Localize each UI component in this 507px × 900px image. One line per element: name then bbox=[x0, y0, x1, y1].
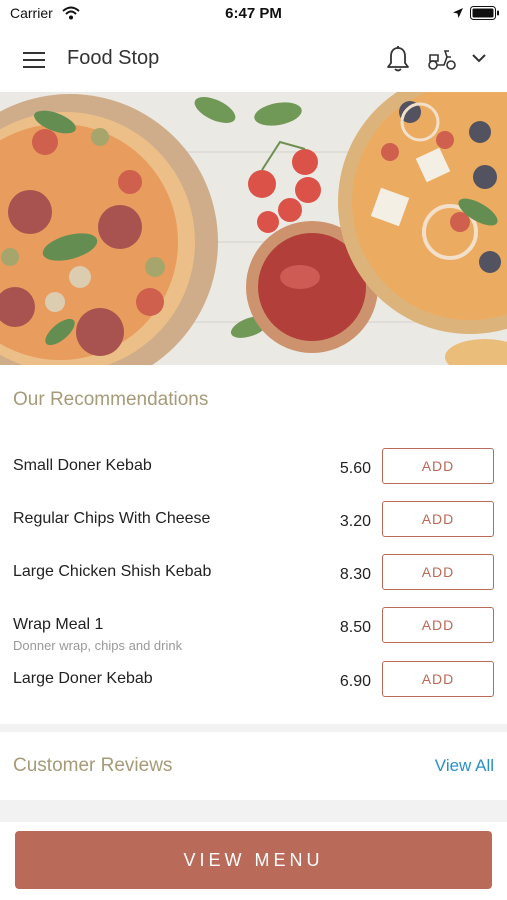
list-item: Large Chicken Shish Kebab 8.30 ADD bbox=[0, 554, 507, 613]
item-name: Large Chicken Shish Kebab bbox=[13, 563, 212, 580]
view-all-reviews-link[interactable]: View All bbox=[435, 756, 494, 776]
reviews-title: Customer Reviews bbox=[13, 755, 173, 776]
item-name: Wrap Meal 1 bbox=[13, 616, 104, 633]
section-divider bbox=[0, 724, 507, 732]
item-description: Donner wrap, chips and drink bbox=[13, 638, 183, 653]
hero-banner-image bbox=[0, 92, 507, 365]
list-item: Wrap Meal 1 Donner wrap, chips and drink… bbox=[0, 607, 507, 666]
add-button[interactable]: ADD bbox=[382, 607, 494, 643]
item-name: Small Doner Kebab bbox=[13, 457, 152, 474]
chevron-down-icon[interactable] bbox=[471, 52, 487, 64]
list-item: Small Doner Kebab 5.60 ADD bbox=[0, 448, 507, 507]
list-item: Regular Chips With Cheese 3.20 ADD bbox=[0, 501, 507, 560]
item-price: 5.60 bbox=[339, 460, 371, 477]
menu-icon[interactable] bbox=[23, 51, 45, 69]
recommendations-title: Our Recommendations bbox=[13, 389, 209, 410]
item-price: 8.50 bbox=[339, 619, 371, 636]
pizza-illustration bbox=[0, 92, 507, 365]
item-price: 3.20 bbox=[339, 513, 371, 530]
add-button[interactable]: ADD bbox=[382, 554, 494, 590]
status-time: 6:47 PM bbox=[225, 5, 282, 22]
battery-icon bbox=[470, 6, 499, 20]
bell-icon[interactable] bbox=[386, 45, 410, 73]
section-divider bbox=[0, 800, 507, 822]
item-name: Regular Chips With Cheese bbox=[13, 510, 211, 527]
add-button[interactable]: ADD bbox=[382, 661, 494, 697]
scooter-icon[interactable] bbox=[427, 47, 457, 71]
app-title: Food Stop bbox=[67, 47, 160, 69]
view-menu-button[interactable]: VIEW MENU bbox=[15, 831, 492, 889]
location-arrow-icon bbox=[453, 8, 463, 18]
list-item: Large Doner Kebab 6.90 ADD bbox=[0, 661, 507, 720]
item-price: 6.90 bbox=[339, 673, 371, 690]
status-bar: Carrier 6:47 PM bbox=[0, 0, 507, 28]
add-button[interactable]: ADD bbox=[382, 448, 494, 484]
app-bar: Food Stop bbox=[0, 28, 507, 92]
item-price: 8.30 bbox=[339, 566, 371, 583]
add-button[interactable]: ADD bbox=[382, 501, 494, 537]
item-name: Large Doner Kebab bbox=[13, 670, 153, 687]
